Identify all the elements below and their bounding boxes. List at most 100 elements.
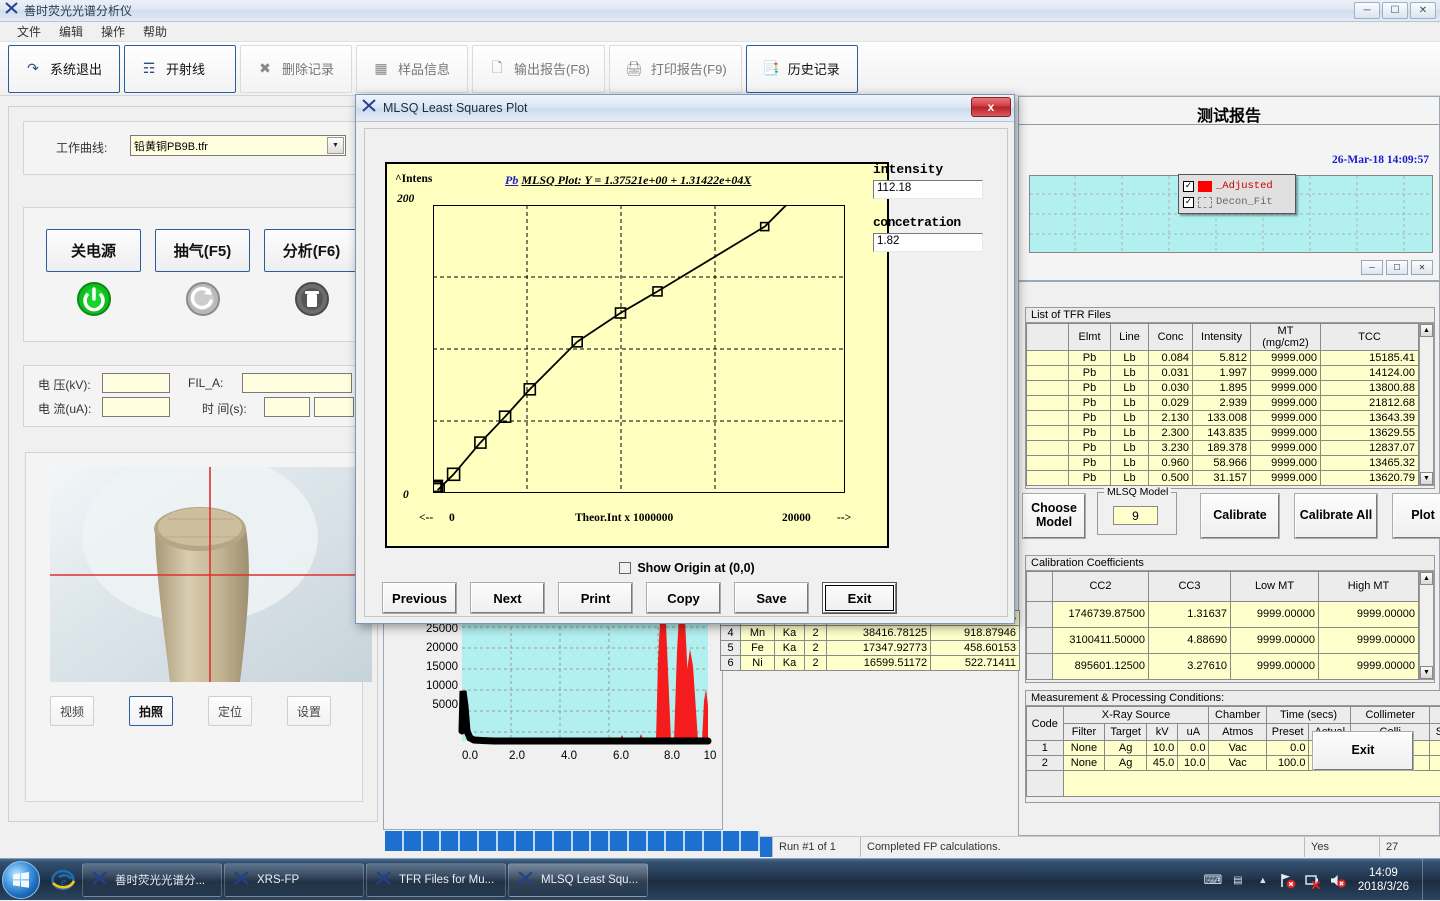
table-cell[interactable]: 1.895 <box>1193 381 1251 396</box>
chevron-up-icon[interactable]: ▲ <box>1254 871 1272 889</box>
th-elmt[interactable]: Elmt <box>1069 324 1111 351</box>
scroll-down-icon[interactable]: ▼ <box>1420 666 1433 679</box>
toolbar-button-system-exit[interactable]: ↷ 系统退出 <box>8 45 120 93</box>
table-cell[interactable]: Pb <box>1069 456 1111 471</box>
previous-button[interactable]: Previous <box>383 583 456 613</box>
table-cell[interactable]: 895601.12500 <box>1053 653 1149 679</box>
th-line[interactable]: Line <box>1111 324 1149 351</box>
table-cell[interactable]: Pb <box>1069 366 1111 381</box>
legend-checkbox-adjusted[interactable]: ✓ <box>1183 181 1194 192</box>
current-field[interactable] <box>102 397 170 417</box>
xrsfp-maximize-button[interactable]: ☐ <box>1386 260 1408 275</box>
table-row[interactable]: PbLb3.230189.3789999.00012837.07 <box>1027 441 1419 456</box>
working-curve-combo[interactable]: 铅黄铜PB9B.tfr ▼ <box>130 135 346 156</box>
table-row[interactable]: PbLb2.300143.8359999.00013629.55 <box>1027 426 1419 441</box>
table-cell[interactable]: Pb <box>1069 396 1111 411</box>
table-cell[interactable]: 4.88690 <box>1149 627 1231 653</box>
cell-atmos[interactable]: Vac <box>1209 741 1266 756</box>
table-cell[interactable]: 133.008 <box>1193 411 1251 426</box>
taskbar-item-mlsq[interactable]: MLSQ Least Squ... <box>508 863 648 897</box>
voltage-field[interactable] <box>102 373 170 393</box>
mlsq-model-value[interactable]: 9 <box>1113 506 1158 525</box>
save-button[interactable]: Save <box>735 583 808 613</box>
table-cell[interactable]: 0.031 <box>1149 366 1193 381</box>
toolbar-button-history[interactable]: 📑 历史记录 <box>746 45 858 93</box>
table-cell[interactable]: 1.31637 <box>1149 601 1231 627</box>
table-cell[interactable]: Pb <box>1069 381 1111 396</box>
table-row[interactable]: PbLb0.0301.8959999.00013800.88 <box>1027 381 1419 396</box>
table-cell[interactable]: Lb <box>1111 366 1149 381</box>
internet-explorer-icon[interactable]: e <box>46 863 80 897</box>
table-cell[interactable]: 9999.000 <box>1251 471 1321 486</box>
scroll-up-icon[interactable]: ▲ <box>1420 572 1433 585</box>
camera-button-locate[interactable]: 定位 <box>208 696 252 726</box>
th-tcc[interactable]: TCC <box>1321 324 1419 351</box>
table-cell[interactable]: Lb <box>1111 471 1149 486</box>
calibrate-all-button[interactable]: Calibrate All <box>1295 494 1377 538</box>
table-cell[interactable]: 13620.79 <box>1321 471 1419 486</box>
camera-button-settings[interactable]: 设置 <box>287 696 331 726</box>
table-cell[interactable]: 9999.00000 <box>1319 601 1419 627</box>
table-cell[interactable]: Lb <box>1111 381 1149 396</box>
calibrate-button[interactable]: Calibrate <box>1201 494 1279 538</box>
table-cell[interactable]: Lb <box>1111 351 1149 366</box>
tfr-vertical-scrollbar[interactable]: ▲ ▼ <box>1419 323 1434 486</box>
table-cell[interactable]: 14124.00 <box>1321 366 1419 381</box>
table-cell[interactable]: 0.960 <box>1149 456 1193 471</box>
table-cell[interactable]: 0.030 <box>1149 381 1193 396</box>
exit-button[interactable]: Exit <box>823 583 896 613</box>
taskbar-clock[interactable]: 14:09 2018/3/26 <box>1358 866 1409 894</box>
table-row[interactable]: 895601.125003.276109999.000009999.00000 <box>1027 653 1419 679</box>
cell-filter[interactable]: None <box>1063 756 1105 771</box>
cell-smooths[interactable]: 3 <box>1430 741 1440 756</box>
table-cell[interactable]: 2 <box>805 626 827 641</box>
table-cell[interactable]: 6 <box>721 656 741 671</box>
th-mt[interactable]: MT (mg/cm2) <box>1251 324 1321 351</box>
calibration-coefficients-table[interactable]: CC2 CC3 Low MT High MT 1746739.875001.31… <box>1026 571 1419 680</box>
table-cell[interactable]: 458.60153 <box>931 641 1020 656</box>
intensity-value[interactable]: 112.18 <box>873 180 983 199</box>
table-cell[interactable]: 0.500 <box>1149 471 1193 486</box>
toolbar-button-sample-info[interactable]: ▦ 样品信息 <box>356 45 468 93</box>
table-cell[interactable]: 3.230 <box>1149 441 1193 456</box>
table-cell[interactable]: 0.084 <box>1149 351 1193 366</box>
show-desktop-button[interactable] <box>1422 859 1432 901</box>
table-cell[interactable]: 13643.39 <box>1321 411 1419 426</box>
table-cell[interactable]: Pb <box>1069 426 1111 441</box>
cell-smooths[interactable]: 3 <box>1430 756 1440 771</box>
tfr-files-table[interactable]: Elmt Line Conc Intensity MT (mg/cm2) TCC… <box>1026 323 1419 486</box>
plot-data-point-cluster[interactable] <box>433 481 442 492</box>
table-row[interactable]: PbLb0.96058.9669999.00013465.32 <box>1027 456 1419 471</box>
power-off-button[interactable]: 关电源 <box>46 229 141 272</box>
th-cc3[interactable]: CC3 <box>1149 572 1231 602</box>
table-cell[interactable]: 9999.000 <box>1251 396 1321 411</box>
row-index-cell[interactable] <box>1027 653 1053 679</box>
next-button[interactable]: Next <box>471 583 544 613</box>
table-cell[interactable]: 2 <box>805 656 827 671</box>
table-row[interactable]: PbLb0.0292.9399999.00021812.68 <box>1027 396 1419 411</box>
cell-preset[interactable]: 0.0 <box>1266 741 1309 756</box>
cell-kv[interactable]: 45.0 <box>1147 756 1178 771</box>
table-cell[interactable]: 522.71411 <box>931 656 1020 671</box>
toolbar-button-delete-record[interactable]: ✖ 删除记录 <box>240 45 352 93</box>
table-cell[interactable]: 9999.000 <box>1251 381 1321 396</box>
table-row[interactable]: 5FeKa217347.92773458.60153 <box>721 641 1020 656</box>
table-cell[interactable]: 2.300 <box>1149 426 1193 441</box>
table-cell[interactable]: 2.939 <box>1193 396 1251 411</box>
concentration-value[interactable]: 1.82 <box>873 233 983 252</box>
legend-item-adjusted[interactable]: ✓ _Adjusted <box>1183 178 1291 194</box>
table-cell[interactable]: 9999.000 <box>1251 441 1321 456</box>
table-row[interactable]: PbLb0.50031.1579999.00013620.79 <box>1027 471 1419 486</box>
table-cell[interactable]: 9999.000 <box>1251 426 1321 441</box>
toolbar-button-print-report[interactable]: 🖨 打印报告(F9) <box>609 45 742 93</box>
table-row[interactable]: PbLb0.0845.8129999.00015185.41 <box>1027 351 1419 366</box>
minimize-button[interactable]: ─ <box>1354 2 1380 19</box>
table-cell[interactable]: 3.27610 <box>1149 653 1231 679</box>
table-cell[interactable]: 5 <box>721 641 741 656</box>
table-cell[interactable]: 9999.00000 <box>1231 653 1319 679</box>
taskbar-item-main-app[interactable]: 善时荧光光谱分... <box>82 863 222 897</box>
cell-atmos[interactable]: Vac <box>1209 756 1266 771</box>
camera-button-capture[interactable]: 拍照 <box>129 696 173 726</box>
battery-error-icon[interactable] <box>1304 871 1322 889</box>
cell-ua[interactable]: 10.0 <box>1178 756 1209 771</box>
